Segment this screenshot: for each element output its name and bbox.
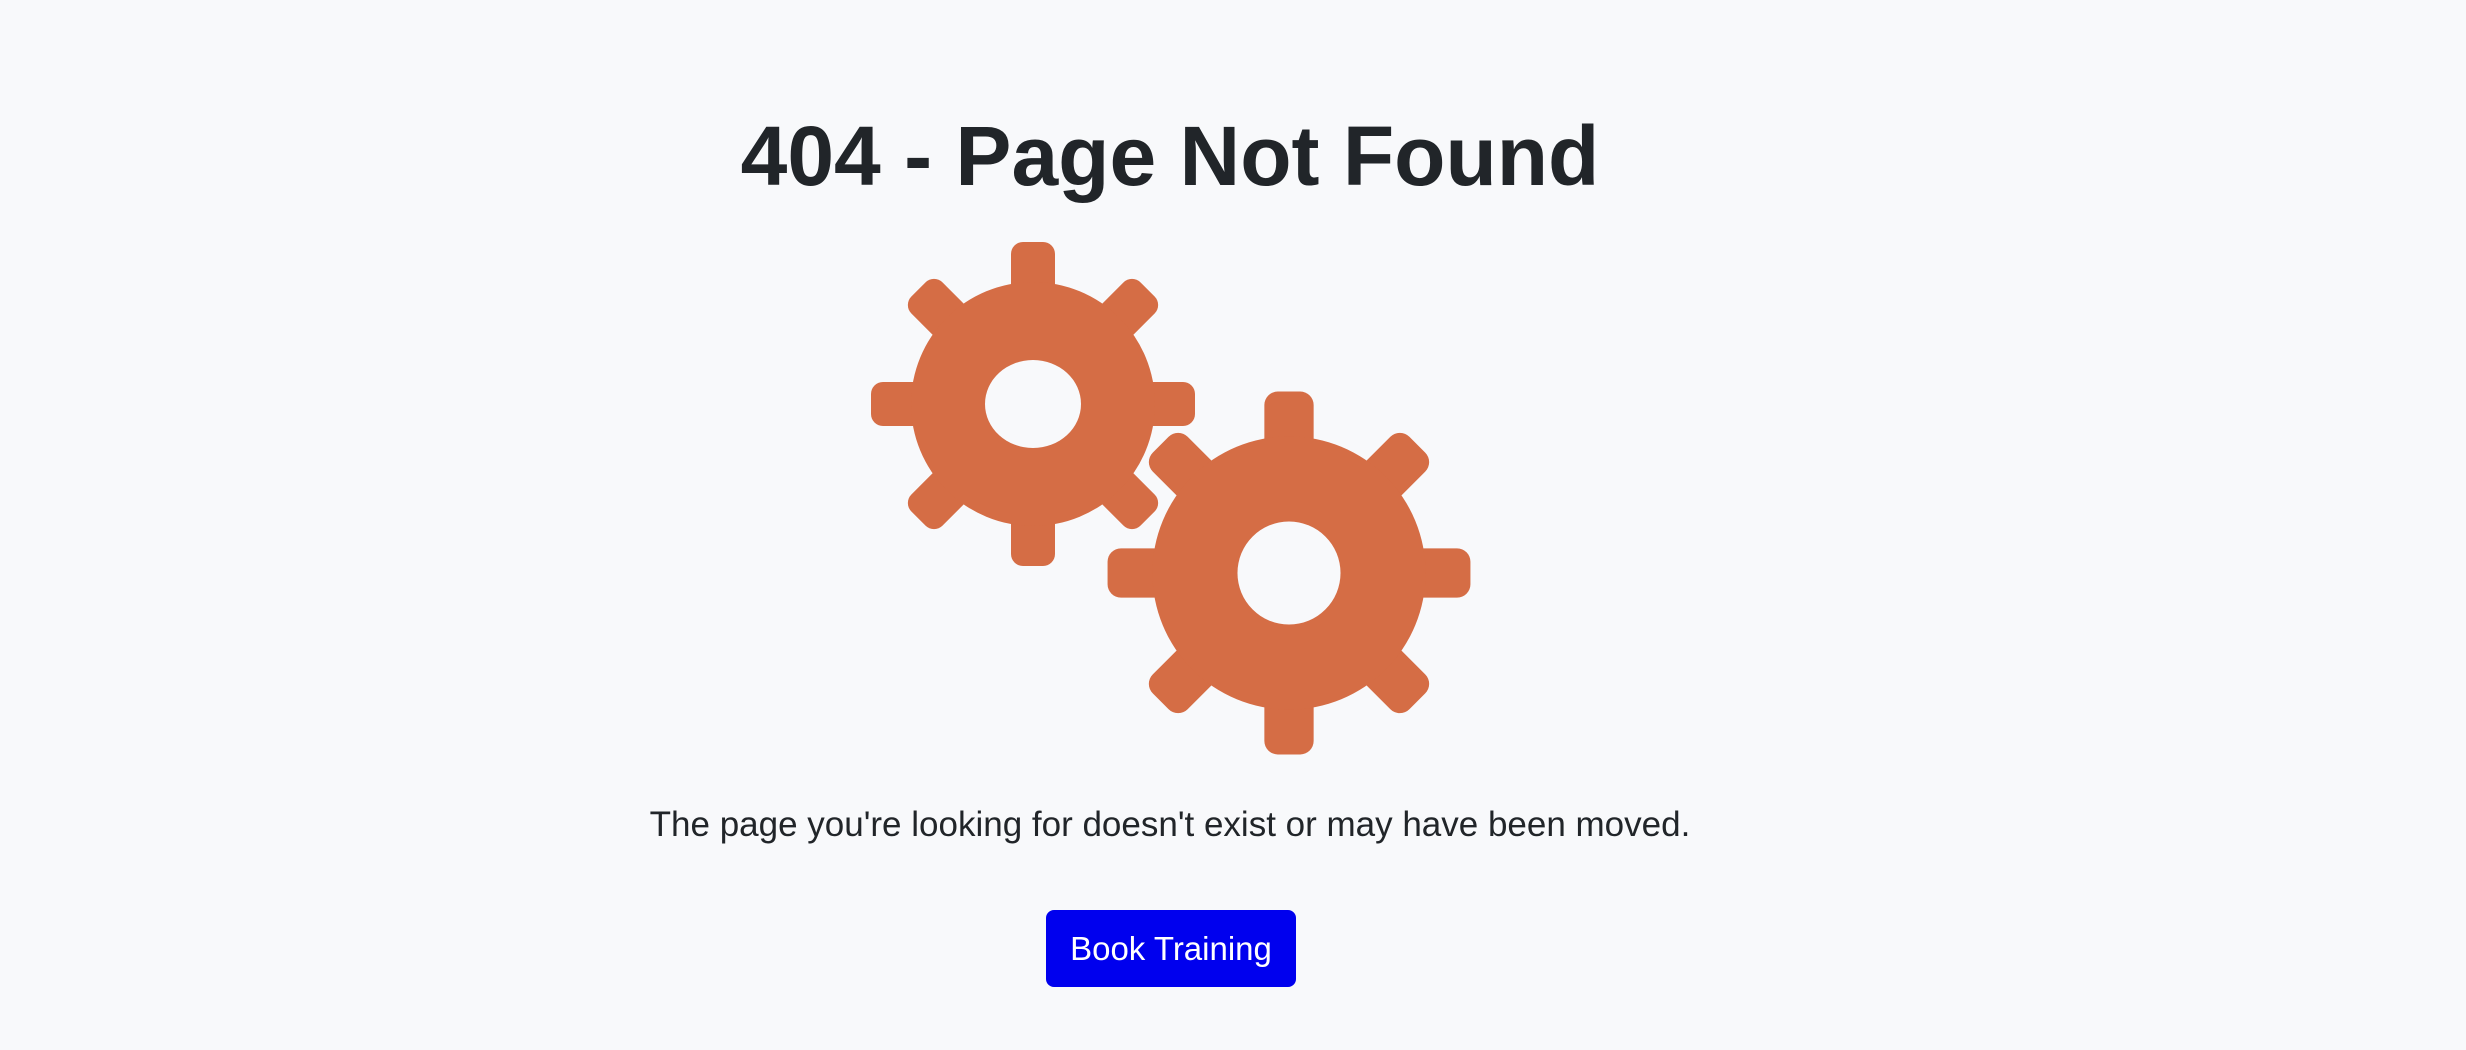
not-found-page: 404 - Page Not Found The page you're loo… xyxy=(0,0,2466,1050)
not-found-message: The page you're looking for doesn't exis… xyxy=(649,805,1691,844)
book-training-button[interactable]: Book Training xyxy=(1046,910,1296,987)
large-gear-icon xyxy=(1107,391,1471,755)
small-gear-icon xyxy=(871,242,1195,566)
gears-icon xyxy=(871,242,1471,755)
page-title: 404 - Page Not Found xyxy=(740,109,1600,203)
